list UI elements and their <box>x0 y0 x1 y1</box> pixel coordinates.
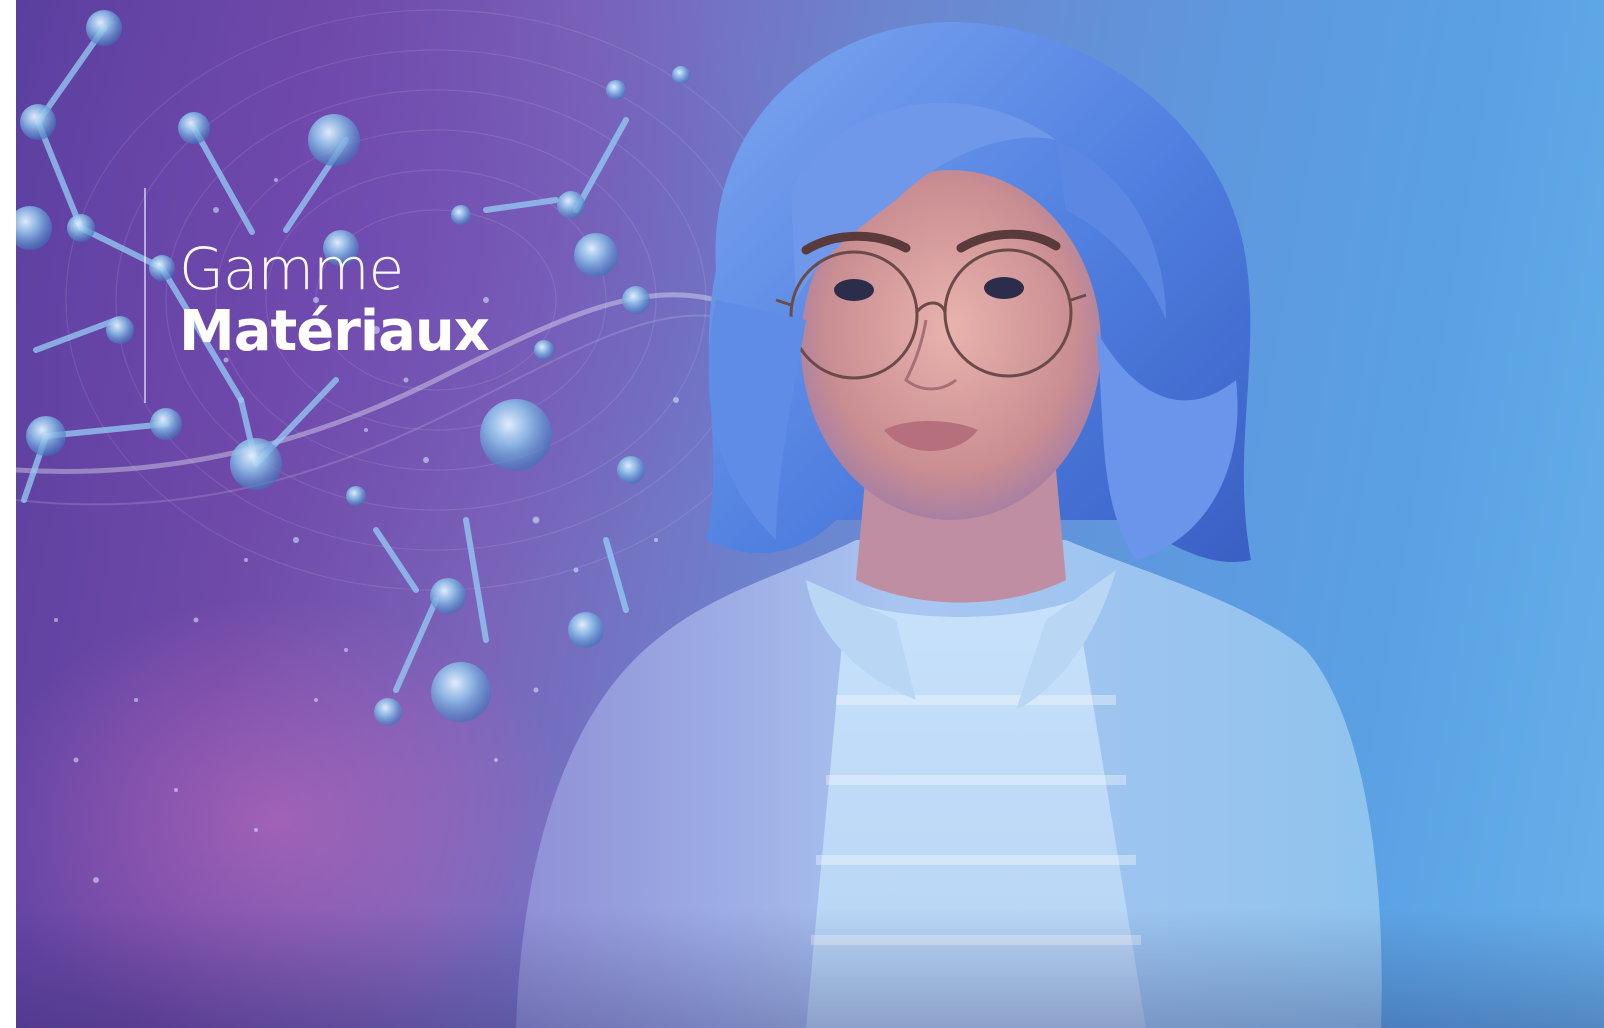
molecule-atoms <box>16 10 690 726</box>
hero-banner: Gamme Matériaux <box>16 0 1604 1028</box>
bottom-shade <box>16 908 1604 1028</box>
hero-illustration <box>16 9 1382 1028</box>
title-divider <box>144 188 146 403</box>
hero-title: Gamme Matériaux <box>179 235 490 364</box>
title-line-1: Gamme <box>179 235 404 303</box>
title-line-2: Matériaux <box>179 299 490 364</box>
hero-page: Gamme Matériaux <box>0 0 1604 1028</box>
